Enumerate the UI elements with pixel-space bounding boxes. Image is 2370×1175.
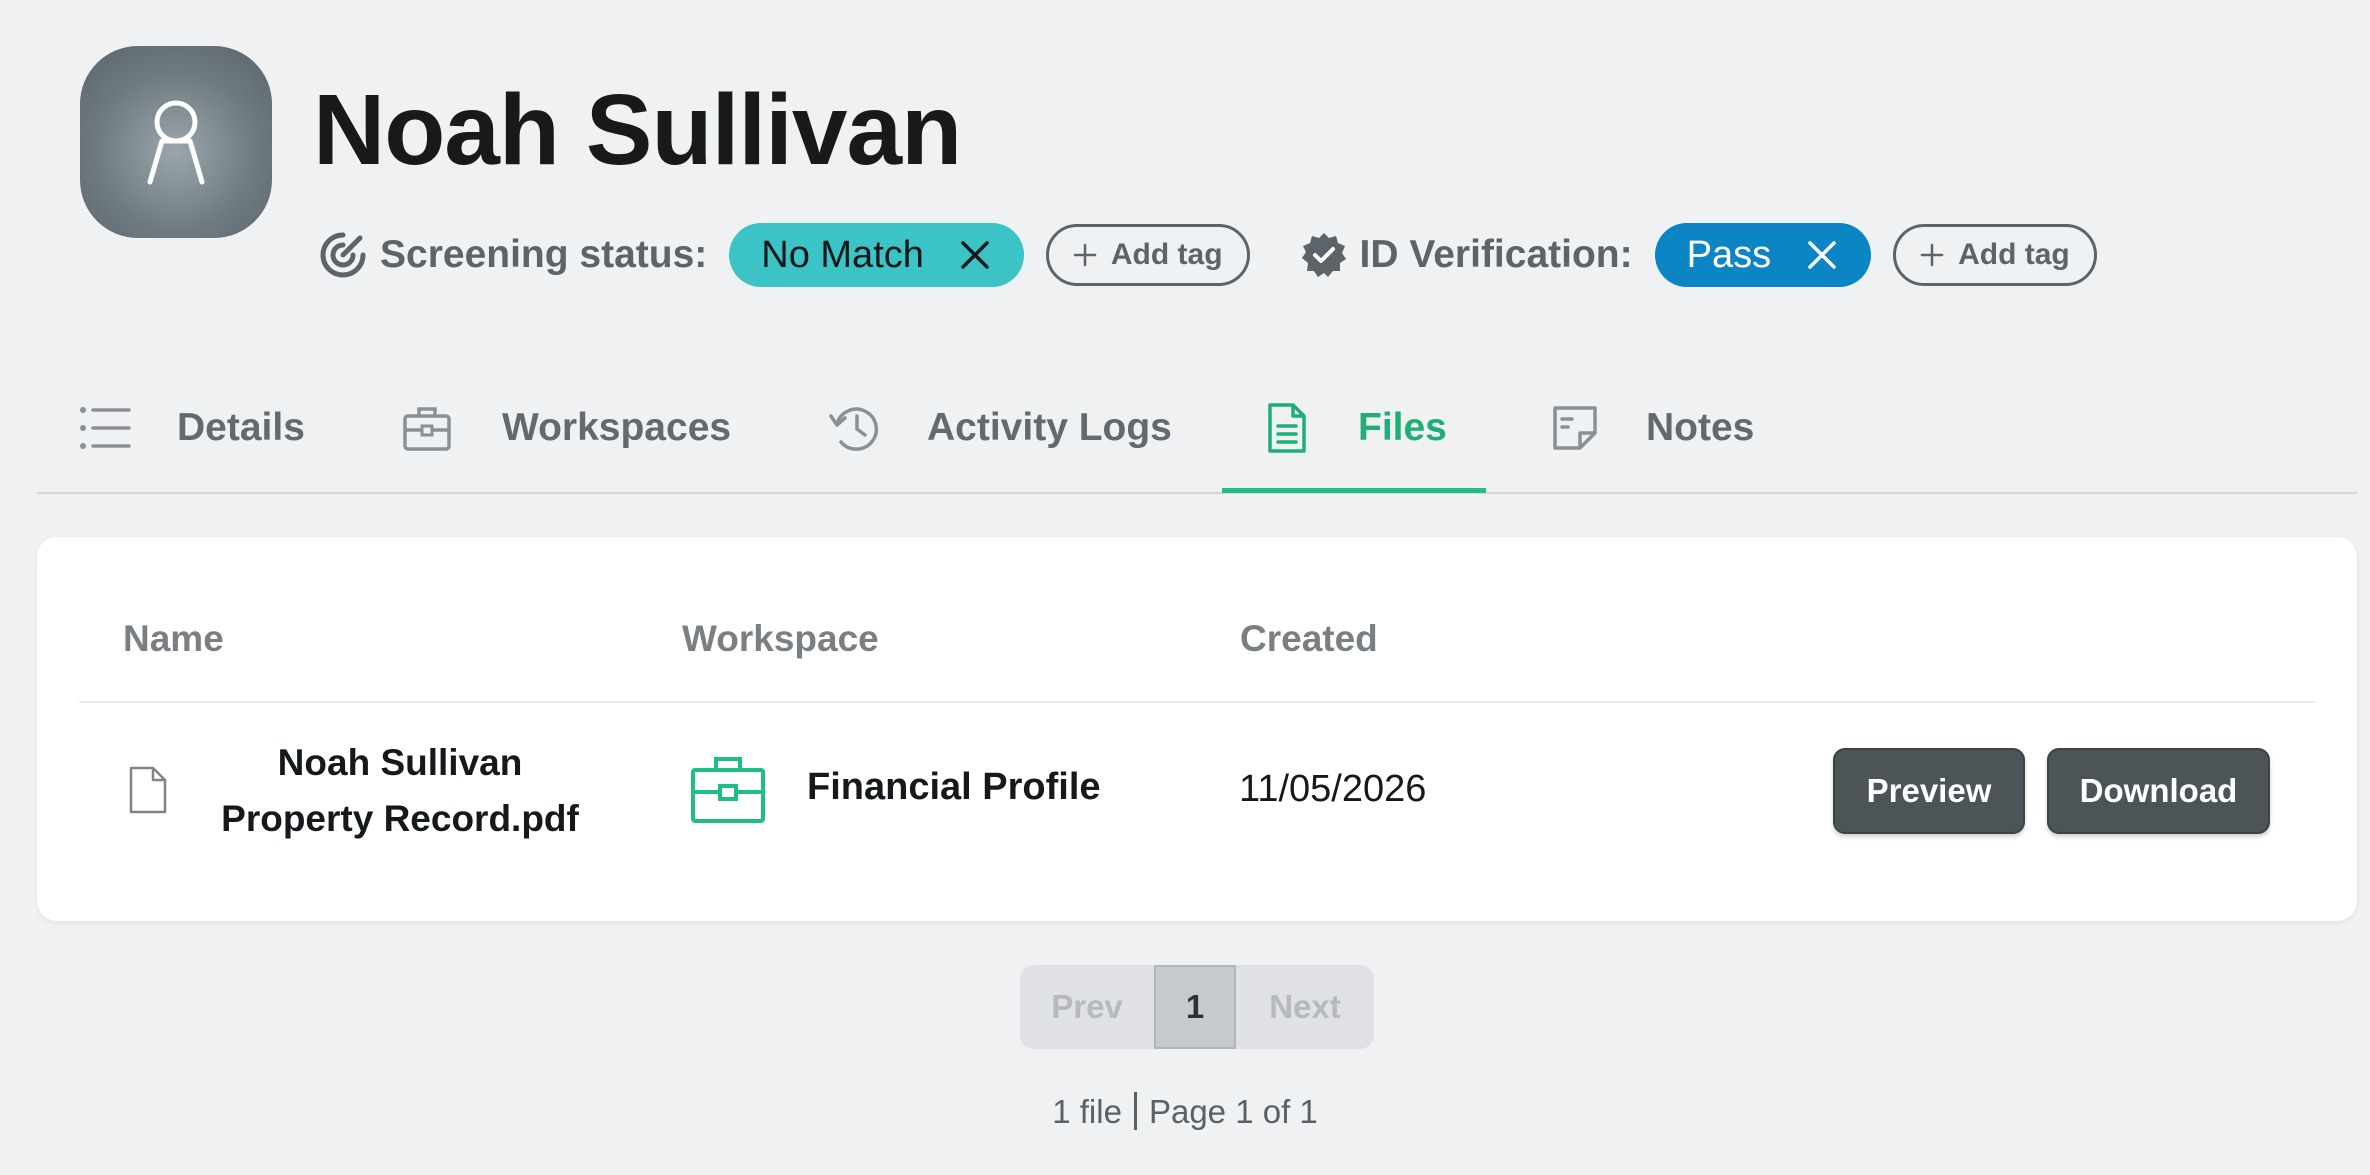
remove-tag-icon[interactable] — [960, 240, 990, 270]
list-icon — [79, 406, 131, 450]
pagination: Prev 1 Next — [1020, 965, 1374, 1049]
add-tag-label: Add tag — [1110, 238, 1223, 271]
tab-details-label: Details — [177, 406, 305, 449]
plus-icon — [1073, 243, 1097, 267]
add-verification-tag-button[interactable]: Add tag — [1893, 224, 2097, 286]
user-icon — [147, 100, 205, 185]
screening-status-badge: No Match — [729, 223, 1024, 287]
column-header-workspace[interactable]: Workspace — [682, 618, 879, 660]
current-page-button[interactable]: 1 — [1154, 965, 1236, 1049]
download-button[interactable]: Download — [2047, 748, 2270, 834]
pagination-summary: 1 file Page 1 of 1 — [0, 1092, 2370, 1131]
file-icon — [1266, 402, 1308, 454]
tab-activity-logs-label: Activity Logs — [927, 406, 1172, 449]
id-verification-value: Pass — [1686, 233, 1772, 276]
tab-notes[interactable]: Notes — [1552, 362, 1754, 494]
target-icon — [318, 230, 368, 280]
prev-page-button[interactable]: Prev — [1020, 965, 1154, 1049]
workspace-name[interactable]: Financial Profile — [807, 766, 1101, 809]
screening-status-value: No Match — [761, 233, 924, 276]
file-count: 1 file — [1052, 1093, 1122, 1130]
tab-details[interactable]: Details — [79, 362, 305, 494]
next-page-button[interactable]: Next — [1236, 965, 1374, 1049]
tags-row: Screening status: No Match Add tag ID Ve… — [318, 222, 2097, 288]
document-icon — [129, 766, 167, 814]
verified-badge-icon — [1300, 231, 1348, 279]
note-icon — [1552, 405, 1598, 451]
plus-icon — [1920, 243, 1944, 267]
tab-workspaces[interactable]: Workspaces — [402, 362, 731, 494]
file-name[interactable]: Noah Sullivan Property Record.pdf — [200, 735, 600, 847]
profile-name: Noah Sullivan — [313, 74, 962, 186]
page-info: Page 1 of 1 — [1148, 1093, 1318, 1130]
file-name-line-1: Noah Sullivan — [277, 742, 523, 783]
tab-notes-label: Notes — [1646, 406, 1755, 449]
created-date: 11/05/2026 — [1239, 768, 1427, 810]
briefcase-icon — [690, 754, 766, 824]
files-table-card — [37, 537, 2357, 921]
avatar — [80, 46, 272, 238]
remove-tag-icon[interactable] — [1807, 240, 1837, 270]
id-verification-label: ID Verification: — [1359, 233, 1633, 276]
file-name-line-2: Property Record.pdf — [221, 798, 579, 839]
column-header-name[interactable]: Name — [123, 618, 224, 660]
screening-status-label: Screening status: — [380, 233, 708, 276]
id-verification-badge: Pass — [1654, 223, 1872, 287]
preview-button[interactable]: Preview — [1833, 748, 2025, 834]
tab-files[interactable]: Files — [1266, 362, 1447, 494]
summary-divider — [1133, 1092, 1137, 1130]
tab-activity-logs[interactable]: Activity Logs — [829, 362, 1172, 494]
active-tab-indicator — [1222, 488, 1486, 493]
tab-bar: Details Workspaces Activity Logs Files N… — [37, 362, 2357, 494]
add-tag-label: Add tag — [1958, 238, 2070, 271]
history-icon — [829, 402, 881, 454]
briefcase-icon — [402, 404, 452, 452]
column-header-created[interactable]: Created — [1240, 618, 1378, 660]
tab-workspaces-label: Workspaces — [502, 406, 732, 449]
page: Noah Sullivan Screening status: No Match… — [0, 0, 2370, 1175]
tab-files-label: Files — [1358, 406, 1447, 449]
header-divider — [79, 701, 2315, 703]
add-screening-tag-button[interactable]: Add tag — [1045, 224, 1250, 286]
